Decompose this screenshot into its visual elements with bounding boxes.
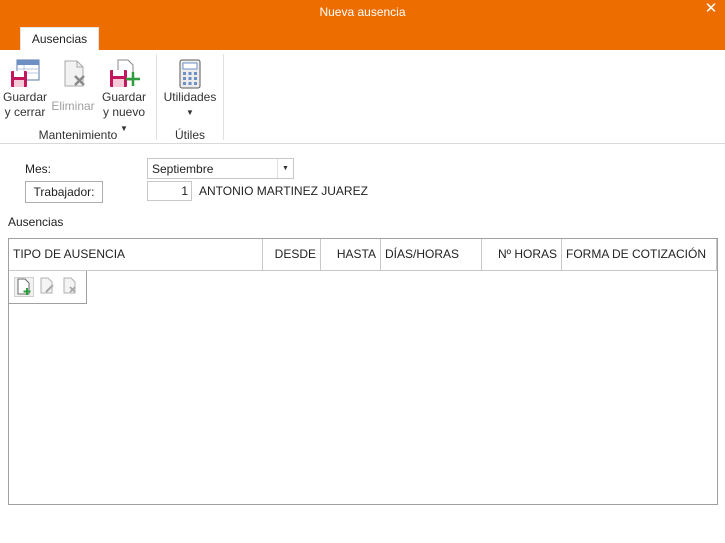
- title-bar: Nueva ausencia ✕ Ausencias: [0, 0, 725, 51]
- save-close-icon: [11, 59, 40, 87]
- column-header-hasta[interactable]: HASTA: [321, 239, 381, 270]
- window-title: Nueva ausencia: [319, 5, 406, 19]
- delete-icon: [64, 60, 85, 87]
- add-row-icon: [17, 278, 31, 295]
- group-label-utiles: Útiles: [174, 128, 205, 142]
- tab-ausencias[interactable]: Ausencias: [20, 27, 99, 51]
- delete-row-button[interactable]: [61, 277, 81, 297]
- save-new-icon: [110, 59, 140, 87]
- utilidades-label: Utilidades: [163, 90, 217, 104]
- guardar-nuevo-button[interactable]: Guardar y nuevo ▼: [98, 58, 150, 136]
- mes-select[interactable]: Septiembre ▼: [147, 158, 294, 179]
- trabajador-id-field[interactable]: 1: [147, 181, 192, 201]
- column-header-forma-cotizacion[interactable]: FORMA DE COTIZACIÓN: [562, 239, 717, 270]
- column-header-n-horas[interactable]: Nº HORAS: [482, 239, 562, 270]
- trabajador-button[interactable]: Trabajador:: [25, 181, 103, 203]
- ausencias-section-label: Ausencias: [8, 215, 64, 229]
- guardar-cerrar-button[interactable]: Guardar y cerrar: [3, 58, 47, 120]
- mes-label: Mes:: [25, 162, 52, 176]
- row-toolbar: [9, 271, 87, 304]
- ausencias-table[interactable]: TIPO DE AUSENCIA DESDE HASTA DÍAS/HORAS …: [8, 238, 718, 505]
- mes-value: Septiembre: [152, 162, 214, 176]
- chevron-down-icon[interactable]: ▼: [277, 159, 293, 178]
- utilidades-button[interactable]: Utilidades ▼: [160, 58, 220, 120]
- column-header-tipo[interactable]: TIPO DE AUSENCIA: [9, 239, 263, 270]
- group-separator: [223, 54, 224, 140]
- calculator-icon: [179, 59, 201, 89]
- guardar-cerrar-line2: y cerrar: [4, 105, 46, 119]
- delete-row-icon: [63, 277, 76, 294]
- trabajador-name: ANTONIO MARTINEZ JUAREZ: [199, 184, 368, 198]
- column-header-desde[interactable]: DESDE: [263, 239, 321, 270]
- guardar-cerrar-line1: Guardar: [3, 90, 48, 104]
- group-label-mantenimiento: Mantenimiento: [38, 128, 118, 142]
- column-header-dias-horas[interactable]: DÍAS/HORAS: [381, 239, 482, 270]
- eliminar-label: Eliminar: [51, 99, 95, 113]
- add-row-button[interactable]: [14, 277, 34, 297]
- guardar-nuevo-line1: Guardar: [101, 90, 147, 104]
- eliminar-button[interactable]: Eliminar: [51, 58, 95, 114]
- table-header: TIPO DE AUSENCIA DESDE HASTA DÍAS/HORAS …: [9, 239, 717, 271]
- close-icon[interactable]: ✕: [701, 0, 721, 18]
- edit-row-icon: [40, 277, 54, 294]
- ribbon: Guardar y cerrar Eliminar Guardar y nuev…: [0, 50, 725, 144]
- edit-row-button[interactable]: [38, 277, 58, 297]
- chevron-down-icon: ▼: [186, 108, 194, 117]
- guardar-nuevo-line2: y nuevo: [102, 105, 146, 119]
